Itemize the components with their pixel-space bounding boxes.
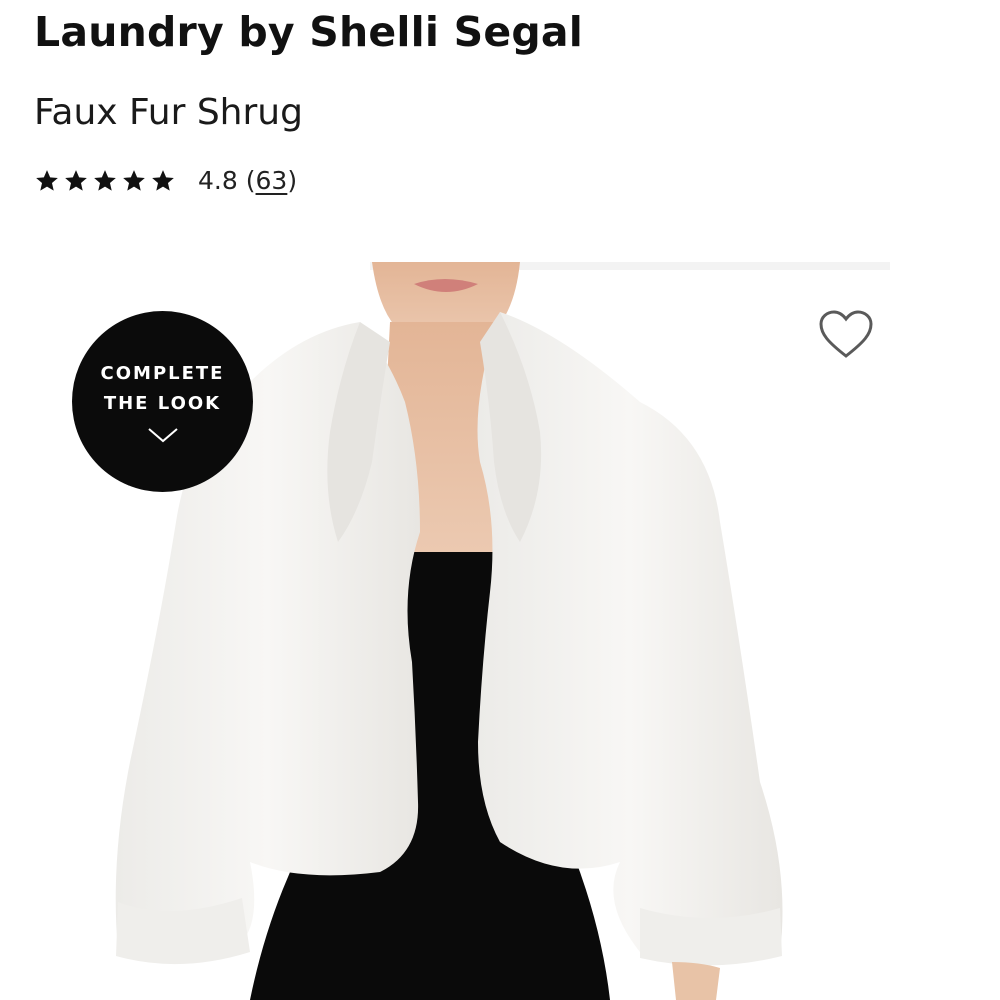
review-count-link[interactable]: (63) [246, 166, 297, 195]
product-name: Faux Fur Shrug [34, 92, 303, 133]
star-rating [34, 168, 176, 194]
star-icon [152, 169, 174, 191]
review-count[interactable]: 63 [256, 166, 288, 195]
brand-title: Laundry by Shelli Segal [34, 8, 584, 56]
complete-the-look-button[interactable]: COMPLETE THE LOOK [72, 311, 253, 492]
star-icon [94, 169, 116, 191]
star-icon [65, 169, 87, 191]
star-icon [36, 169, 58, 191]
chevron-down-icon [147, 427, 178, 442]
star-icon [123, 169, 145, 191]
heart-outline-icon [819, 310, 873, 358]
rating-value: 4.8 [198, 166, 238, 195]
wishlist-button[interactable] [816, 308, 876, 362]
rating-row: 4.8 (63) [34, 166, 297, 195]
complete-the-look-line2: THE LOOK [103, 392, 222, 414]
complete-the-look-line1: COMPLETE [100, 362, 225, 384]
